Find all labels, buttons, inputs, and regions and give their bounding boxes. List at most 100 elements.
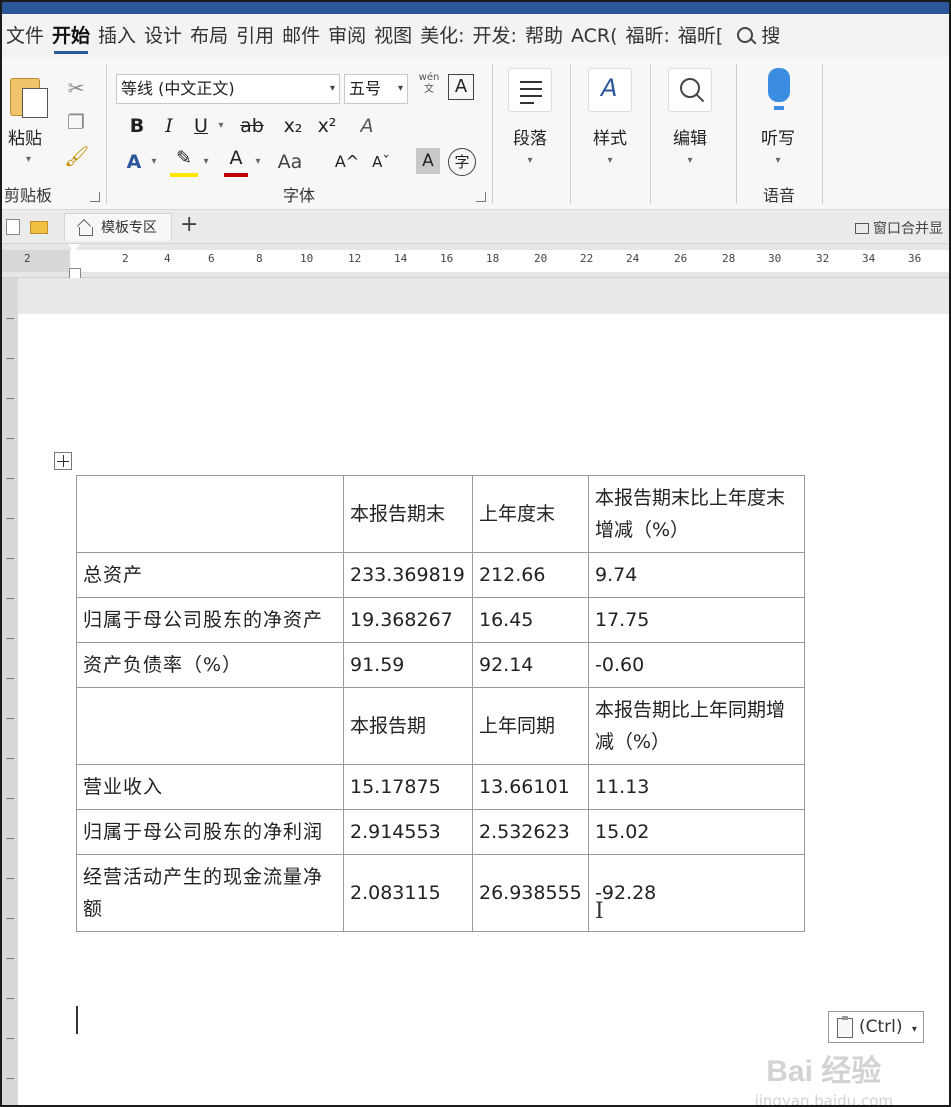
styles-button[interactable]: 样式 ▾ — [580, 68, 640, 166]
table-cell[interactable]: 本报告期末比上年度末增减（%） — [588, 475, 805, 553]
table-cell[interactable]: 总资产 — [76, 552, 344, 598]
underline-button[interactable]: U — [188, 112, 214, 140]
dictate-button[interactable]: 听写 ▾ — [748, 68, 808, 166]
change-case-button[interactable]: Aa — [270, 148, 310, 176]
search-icon — [735, 25, 757, 47]
table-cell[interactable]: 16.45 — [472, 597, 589, 643]
table-move-handle-icon[interactable] — [54, 452, 72, 470]
tab-view[interactable]: 视图 — [370, 14, 416, 58]
table-cell[interactable]: 上年同期 — [472, 687, 589, 765]
table-cell[interactable]: 归属于母公司股东的净利润 — [76, 809, 344, 855]
tab-file[interactable]: 文件 — [2, 14, 48, 58]
table-cell[interactable]: 经营活动产生的现金流量净额 — [76, 854, 344, 932]
word-window: 文件 开始 插入 设计 布局 引用 邮件 审阅 视图 美化: 开发: 帮助 AC… — [2, 2, 949, 1105]
table-cell[interactable]: 2.914553 — [343, 809, 473, 855]
document-page[interactable]: 本报告期末 上年度末 本报告期末比上年度末增减（%） 总资产 233.36981… — [18, 314, 949, 1105]
table-cell[interactable]: 本报告期 — [343, 687, 473, 765]
paste-options-button[interactable]: (Ctrl) ▾ — [828, 1011, 924, 1043]
table-cell[interactable]: 归属于母公司股东的净资产 — [76, 597, 344, 643]
tab-insert[interactable]: 插入 — [94, 14, 140, 58]
table-cell[interactable]: 212.66 — [472, 552, 589, 598]
font-name-value: 等线 (中文正文) — [121, 79, 235, 98]
font-color-button[interactable]: A — [224, 144, 248, 172]
font-color-bar — [224, 173, 248, 177]
table-cell[interactable]: 17.75 — [588, 597, 805, 643]
new-tab-button[interactable]: + — [180, 212, 198, 237]
table-cell[interactable]: 本报告期比上年同期增减（%） — [588, 687, 805, 765]
folder-icon[interactable] — [30, 221, 48, 234]
tab-home[interactable]: 开始 — [48, 14, 94, 58]
chevron-down-icon[interactable]: ▾ — [214, 112, 228, 140]
editing-button[interactable]: 编辑 ▾ — [660, 68, 720, 166]
font-launcher-icon[interactable] — [476, 192, 486, 202]
enclose-characters-button[interactable]: 字 — [448, 148, 476, 176]
tab-mailings[interactable]: 邮件 — [278, 14, 324, 58]
horizontal-ruler[interactable]: 2 2 4 6 8 10 12 14 16 18 20 22 24 26 28 … — [2, 244, 949, 279]
financial-table[interactable]: 本报告期末 上年度末 本报告期末比上年度末增减（%） 总资产 233.36981… — [76, 475, 805, 932]
indent-marker-icon[interactable] — [68, 244, 81, 279]
table-cell[interactable]: -92.28 — [588, 854, 805, 932]
table-cell[interactable] — [76, 687, 344, 765]
table-cell[interactable]: 9.74 — [588, 552, 805, 598]
tab-help[interactable]: 帮助 — [521, 14, 567, 58]
table-cell[interactable]: 15.02 — [588, 809, 805, 855]
tell-me-search[interactable]: 搜 — [735, 14, 784, 58]
tab-design[interactable]: 设计 — [140, 14, 186, 58]
tab-foxit-2[interactable]: 福昕[ — [674, 14, 727, 58]
merge-windows-button[interactable]: 窗口合并显 — [855, 218, 943, 238]
chevron-down-icon[interactable]: ▾ — [200, 148, 212, 176]
tab-layout[interactable]: 布局 — [186, 14, 232, 58]
table-cell[interactable]: 2.532623 — [472, 809, 589, 855]
clear-formatting-button[interactable]: A — [352, 112, 382, 140]
tab-developer[interactable]: 开发: — [469, 14, 521, 58]
bold-button[interactable]: B — [124, 112, 150, 140]
tab-foxit-1[interactable]: 福昕: — [622, 14, 674, 58]
tab-beautify[interactable]: 美化: — [416, 14, 468, 58]
strikethrough-button[interactable]: ab — [234, 112, 270, 140]
table-cell[interactable]: 资产负债率（%） — [76, 642, 344, 688]
table-cell[interactable]: 11.13 — [588, 764, 805, 810]
table-cell[interactable]: 13.66101 — [472, 764, 589, 810]
table-cell[interactable]: -0.60 — [588, 642, 805, 688]
superscript-button[interactable]: x² — [312, 112, 342, 140]
divider — [822, 64, 823, 204]
font-name-select[interactable]: 等线 (中文正文) ▾ — [116, 74, 340, 104]
chevron-down-icon: ▾ — [687, 155, 693, 166]
character-shading-button[interactable]: A — [416, 148, 440, 174]
table-cell[interactable]: 19.368267 — [343, 597, 473, 643]
table-cell[interactable]: 15.17875 — [343, 764, 473, 810]
table-cell[interactable]: 2.083115 — [343, 854, 473, 932]
highlight-icon[interactable]: ✎ — [170, 144, 198, 172]
template-tab[interactable]: 模板专区 — [64, 213, 172, 241]
table-cell[interactable]: 233.369819 — [343, 552, 473, 598]
character-border-button[interactable]: A — [448, 74, 474, 100]
chevron-down-icon[interactable]: ▾ — [148, 148, 160, 176]
chevron-down-icon: ▾ — [911, 1024, 917, 1035]
ruler-number: 26 — [674, 252, 688, 265]
chevron-down-icon[interactable]: ▾ — [252, 148, 264, 176]
table-row: 营业收入 15.17875 13.66101 11.13 — [76, 764, 805, 810]
subscript-button[interactable]: x₂ — [278, 112, 308, 140]
tab-review[interactable]: 审阅 — [324, 14, 370, 58]
new-document-icon[interactable] — [6, 219, 20, 235]
font-size-select[interactable]: 五号 ▾ — [344, 74, 408, 104]
text-effects-button[interactable]: A — [122, 148, 146, 176]
table-cell[interactable]: 上年度末 — [472, 475, 589, 553]
vertical-ruler[interactable] — [2, 278, 18, 1105]
shrink-font-button[interactable]: Aˇ — [368, 148, 394, 176]
styles-icon — [588, 68, 632, 112]
table-cell[interactable]: 26.938555 — [472, 854, 589, 932]
grow-font-button[interactable]: A^ — [334, 148, 360, 176]
watermark-url: jingyan.baidu.com — [754, 1092, 893, 1105]
table-cell[interactable] — [76, 475, 344, 553]
phonetic-guide-button[interactable]: wén 文 — [414, 72, 444, 100]
table-cell[interactable]: 91.59 — [343, 642, 473, 688]
ruler-number: 28 — [722, 252, 736, 265]
tab-references[interactable]: 引用 — [232, 14, 278, 58]
table-cell[interactable]: 92.14 — [472, 642, 589, 688]
table-cell[interactable]: 本报告期末 — [343, 475, 473, 553]
paragraph-button[interactable]: 段落 ▾ — [500, 68, 560, 166]
tab-acrobat[interactable]: ACR( — [567, 14, 622, 58]
table-cell[interactable]: 营业收入 — [76, 764, 344, 810]
italic-button[interactable]: I — [156, 112, 182, 140]
